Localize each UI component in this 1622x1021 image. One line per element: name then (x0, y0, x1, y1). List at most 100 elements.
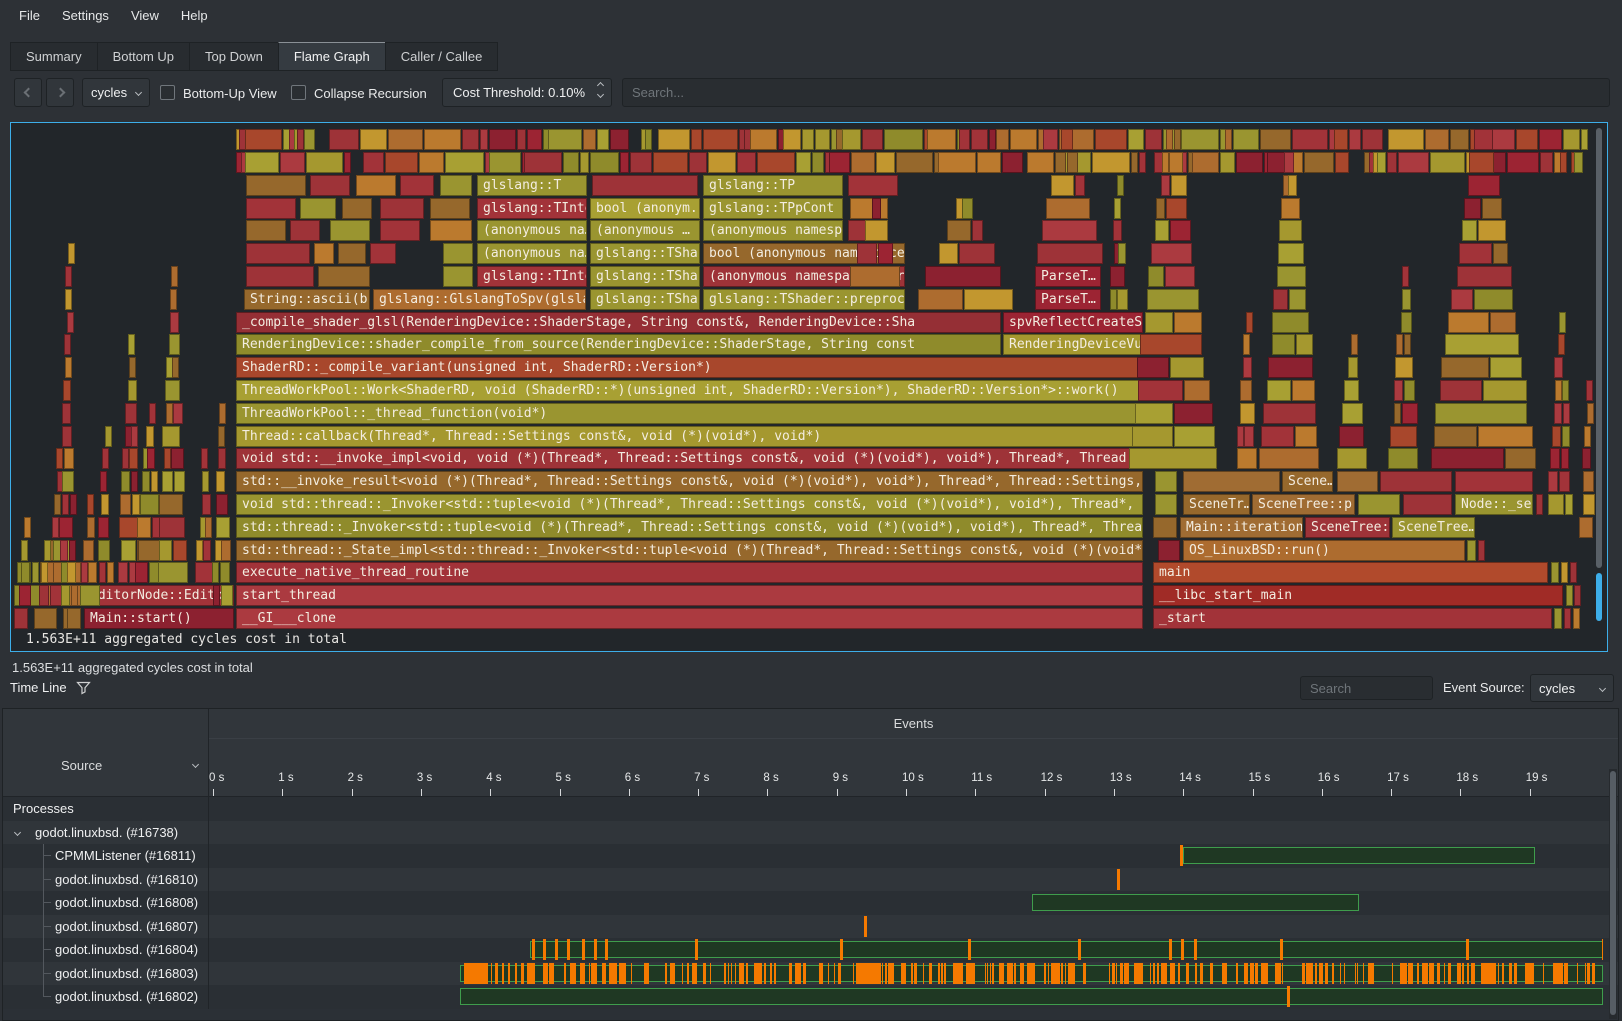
flame-frame[interactable] (1289, 289, 1307, 310)
flame-frame[interactable] (1404, 334, 1411, 355)
flame-frame[interactable] (342, 198, 372, 219)
flame-frame[interactable] (147, 448, 155, 469)
flame-frame[interactable] (1292, 380, 1315, 401)
flame-frame[interactable] (1174, 129, 1182, 150)
flame-frame[interactable] (1550, 448, 1560, 469)
flame-frame[interactable]: OS_LinuxBSD::run() (1183, 540, 1465, 561)
flame-frame[interactable] (1583, 494, 1595, 515)
flame-frame[interactable] (142, 471, 150, 492)
flame-frame[interactable] (1129, 448, 1217, 469)
flame-frame[interactable] (1092, 152, 1131, 173)
flame-frame[interactable] (1110, 266, 1125, 287)
flame-frame[interactable] (1396, 334, 1403, 355)
flame-frame[interactable] (1117, 175, 1124, 196)
metric-combobox[interactable]: cycles (82, 78, 150, 107)
flame-frame[interactable] (783, 129, 801, 150)
flame-frame[interactable] (170, 289, 177, 310)
events-cell[interactable] (210, 891, 1618, 915)
flame-frame[interactable] (122, 448, 129, 469)
flame-frame[interactable] (318, 266, 370, 287)
flame-frame[interactable] (1279, 220, 1301, 241)
flame-frame[interactable] (812, 152, 824, 173)
flame-frame[interactable] (462, 129, 479, 150)
flame-frame[interactable] (1548, 471, 1558, 492)
flame-frame[interactable] (996, 129, 1010, 150)
flame-frame[interactable] (796, 152, 811, 173)
flame-frame[interactable] (1135, 403, 1173, 424)
flame-frame[interactable]: ParseT… (1035, 266, 1101, 287)
flame-frame[interactable] (62, 403, 71, 424)
flame-frame[interactable] (1402, 289, 1410, 310)
flame-frame[interactable] (1166, 198, 1187, 219)
flame-frame[interactable]: SceneTree::pr (1252, 494, 1355, 515)
source-cell[interactable]: godot.linuxbsd. (#16738) (3, 821, 209, 845)
flame-frame[interactable]: SceneTr… (1183, 494, 1250, 515)
events-cell[interactable] (210, 844, 1618, 868)
flame-frame[interactable] (1387, 152, 1397, 173)
flame-frame[interactable] (1138, 380, 1183, 401)
flame-frame[interactable] (1243, 334, 1250, 355)
flame-frame[interactable] (1140, 334, 1202, 355)
flame-frame[interactable] (440, 175, 472, 196)
flame-frame[interactable] (1292, 129, 1328, 150)
flame-frame[interactable]: main (1153, 562, 1548, 583)
flame-frame[interactable] (878, 243, 893, 264)
flame-frame[interactable] (1155, 494, 1177, 515)
flame-frame[interactable] (610, 129, 629, 150)
flame-frame[interactable] (802, 129, 814, 150)
flame-frame[interactable] (1462, 220, 1477, 241)
flame-frame[interactable] (1174, 312, 1202, 333)
flame-frame[interactable] (329, 129, 358, 150)
flame-frame[interactable] (977, 152, 1001, 173)
flame-frame[interactable] (548, 129, 581, 150)
flame-frame[interactable] (1561, 448, 1570, 469)
flame-frame[interactable] (164, 448, 171, 469)
spin-up-icon[interactable] (597, 82, 604, 89)
flame-frame[interactable] (1169, 152, 1184, 173)
flame-frame[interactable] (1156, 198, 1165, 219)
flame-frame[interactable] (857, 243, 877, 264)
flame-frame[interactable] (927, 129, 957, 150)
flame-frame[interactable] (202, 471, 209, 492)
flame-frame[interactable] (173, 540, 187, 561)
flame-frame[interactable] (151, 471, 158, 492)
flame-frame[interactable] (1174, 403, 1213, 424)
flame-frame[interactable] (862, 129, 884, 150)
filter-icon[interactable] (76, 680, 91, 695)
flame-frame[interactable]: RenderingDeviceVulkan:: (1003, 334, 1143, 355)
flame-frame[interactable] (1161, 175, 1170, 196)
flame-frame[interactable]: bool (anonym. (590, 198, 700, 219)
flame-frame[interactable] (1561, 562, 1568, 583)
flame-frame[interactable] (703, 129, 738, 150)
flame-frame[interactable] (1260, 129, 1291, 150)
flame-frame[interactable] (597, 129, 609, 150)
flame-frame[interactable] (213, 585, 220, 606)
flame-frame[interactable] (174, 471, 185, 492)
flame-frame[interactable] (1337, 448, 1367, 469)
flame-frame[interactable] (246, 243, 310, 264)
flame-frame[interactable] (34, 608, 57, 629)
flame-frame[interactable]: glslang::TSha (590, 266, 700, 287)
flame-frame[interactable]: _start (1153, 608, 1552, 629)
flame-frame[interactable] (61, 585, 70, 606)
flame-frame[interactable] (137, 517, 151, 538)
flame-frame[interactable] (246, 266, 314, 287)
flame-frame[interactable] (338, 243, 366, 264)
flame-frame[interactable] (203, 540, 211, 561)
flame-frame[interactable] (1337, 471, 1378, 492)
flame-frame[interactable] (63, 380, 71, 401)
flame-frame[interactable] (129, 357, 136, 378)
flame-frame[interactable] (1574, 585, 1581, 606)
flame-frame[interactable] (1560, 152, 1567, 173)
flame-frame[interactable] (850, 198, 888, 219)
flame-frame[interactable] (1174, 426, 1214, 447)
flame-frame[interactable] (1095, 129, 1126, 150)
flame-frame[interactable] (380, 220, 420, 241)
flame-frame[interactable] (1268, 357, 1313, 378)
flame-frame[interactable] (1493, 243, 1508, 264)
flame-frame[interactable] (105, 426, 112, 447)
flame-frame[interactable] (1558, 334, 1565, 355)
flame-frame[interactable] (1377, 152, 1386, 173)
flame-frame[interactable] (590, 152, 619, 173)
flame-frame[interactable] (1583, 471, 1593, 492)
